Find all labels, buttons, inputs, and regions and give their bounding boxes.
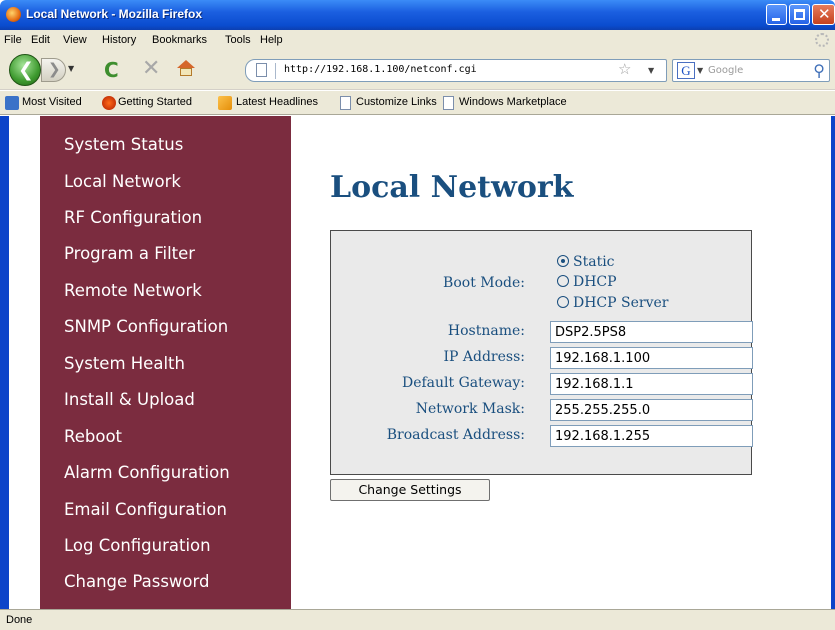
menu-tools[interactable]: Tools [225, 34, 251, 46]
ip-address-field[interactable]: 192.168.1.100 [550, 347, 753, 369]
throbber-icon [815, 33, 829, 47]
history-dropdown-icon[interactable]: ▼ [68, 64, 74, 73]
url-divider [275, 63, 276, 79]
maximize-button[interactable] [789, 4, 810, 25]
sidebar-item-snmp-configuration[interactable]: SNMP Configuration [64, 317, 228, 336]
status-bar: Done [0, 609, 835, 630]
radio-dhcp-server[interactable] [557, 296, 569, 308]
sidebar-nav: System Status Local Network RF Configura… [40, 116, 291, 609]
home-icon[interactable] [177, 60, 195, 76]
bookmark-star-icon[interactable]: ☆ [618, 60, 631, 78]
gateway-label: Default Gateway: [401, 375, 525, 391]
sidebar-item-program-filter[interactable]: Program a Filter [64, 244, 195, 263]
boot-option-label: DHCP Server [573, 295, 669, 311]
back-button[interactable]: ❮ [9, 54, 41, 86]
boot-option-static[interactable]: Static [557, 254, 615, 270]
boot-option-dhcp[interactable]: DHCP [557, 274, 617, 290]
sidebar-item-system-status[interactable]: System Status [64, 135, 183, 154]
sidebar-item-rf-configuration[interactable]: RF Configuration [64, 208, 202, 227]
getting-started-icon [102, 96, 116, 110]
menu-bookmarks[interactable]: Bookmarks [152, 34, 207, 46]
url-text[interactable]: http://192.168.1.100/netconf.cgi [284, 64, 477, 75]
sidebar-item-remote-network[interactable]: Remote Network [64, 281, 202, 300]
boot-option-label: DHCP [573, 274, 617, 290]
radio-static-checked[interactable] [557, 255, 569, 267]
rss-feed-icon [218, 96, 232, 110]
change-settings-button[interactable]: Change Settings [330, 479, 490, 501]
sidebar-item-install-upload[interactable]: Install & Upload [64, 390, 195, 409]
menu-help[interactable]: Help [260, 34, 283, 46]
back-arrow-icon: ❮ [18, 59, 34, 81]
sidebar-item-reboot[interactable]: Reboot [64, 427, 122, 446]
boot-mode-label: Boot Mode: [443, 275, 525, 291]
menu-edit[interactable]: Edit [31, 34, 50, 46]
network-mask-field[interactable]: 255.255.255.0 [550, 399, 753, 421]
search-placeholder[interactable]: Google [708, 65, 743, 76]
hostname-field[interactable]: DSP2.5PS8 [550, 321, 753, 343]
bookmark-getting-started[interactable]: Getting Started [118, 96, 192, 108]
bookmarks-toolbar: Most Visited Getting Started Latest Head… [0, 91, 835, 115]
most-visited-icon [5, 96, 19, 110]
navigation-toolbar: ❮ ❯ ▼ C ✕ http://192.168.1.100/netconf.c… [0, 50, 835, 90]
window-title-bar: Local Network - Mozilla Firefox ✕ [0, 0, 835, 30]
menu-view[interactable]: View [63, 34, 87, 46]
menu-history[interactable]: History [102, 34, 136, 46]
url-dropdown-icon[interactable]: ▼ [648, 66, 654, 75]
forward-arrow-icon: ❯ [48, 60, 61, 78]
maximize-icon [794, 9, 805, 20]
url-bar[interactable]: http://192.168.1.100/netconf.cgi ☆ ▼ [245, 59, 667, 82]
page-icon [340, 96, 351, 110]
bookmark-most-visited[interactable]: Most Visited [22, 96, 82, 108]
page-content: System Status Local Network RF Configura… [0, 116, 835, 609]
minimize-button[interactable] [766, 4, 787, 25]
close-icon: ✕ [818, 5, 831, 23]
broadcast-address-field[interactable]: 192.168.1.255 [550, 425, 753, 447]
network-mask-label: Network Mask: [415, 401, 525, 417]
minimize-icon [772, 18, 780, 21]
bookmark-customize-links[interactable]: Customize Links [356, 96, 437, 108]
sidebar-item-email-configuration[interactable]: Email Configuration [64, 500, 227, 519]
stop-icon[interactable]: ✕ [142, 56, 160, 81]
page-icon [443, 96, 454, 110]
bookmark-windows-marketplace[interactable]: Windows Marketplace [459, 96, 567, 108]
menu-bar: File Edit View History Bookmarks Tools H… [0, 30, 835, 50]
engine-dropdown-icon[interactable]: ▼ [697, 66, 703, 75]
gateway-field[interactable]: 192.168.1.1 [550, 373, 753, 395]
search-box[interactable]: G ▼ Google ⚲ [672, 59, 830, 82]
bookmark-latest-headlines[interactable]: Latest Headlines [236, 96, 318, 108]
search-engine-icon[interactable]: G [677, 62, 695, 79]
search-icon[interactable]: ⚲ [813, 61, 825, 80]
hostname-label: Hostname: [447, 323, 525, 339]
ip-address-label: IP Address: [443, 349, 526, 365]
boot-option-label: Static [573, 254, 615, 270]
sidebar-item-system-health[interactable]: System Health [64, 354, 185, 373]
menu-file[interactable]: File [4, 34, 22, 46]
sidebar-item-log-configuration[interactable]: Log Configuration [64, 536, 211, 555]
sidebar-item-alarm-configuration[interactable]: Alarm Configuration [64, 463, 230, 482]
page-title: Local Network [330, 170, 574, 205]
radio-dhcp[interactable] [557, 275, 569, 287]
firefox-icon [6, 7, 21, 22]
broadcast-address-label: Broadcast Address: [386, 427, 525, 443]
forward-button[interactable]: ❯ [41, 58, 66, 82]
sidebar-item-local-network[interactable]: Local Network [64, 172, 181, 191]
status-text: Done [6, 614, 33, 626]
boot-option-dhcp-server[interactable]: DHCP Server [557, 295, 668, 311]
page-icon [256, 63, 267, 77]
reload-icon[interactable]: C [104, 58, 119, 82]
sidebar-item-change-password[interactable]: Change Password [64, 572, 210, 591]
window-title: Local Network - Mozilla Firefox [26, 7, 203, 21]
network-settings-form: Boot Mode: Static DHCP DHCP Server Hostn… [330, 230, 753, 475]
close-button[interactable]: ✕ [812, 4, 835, 25]
